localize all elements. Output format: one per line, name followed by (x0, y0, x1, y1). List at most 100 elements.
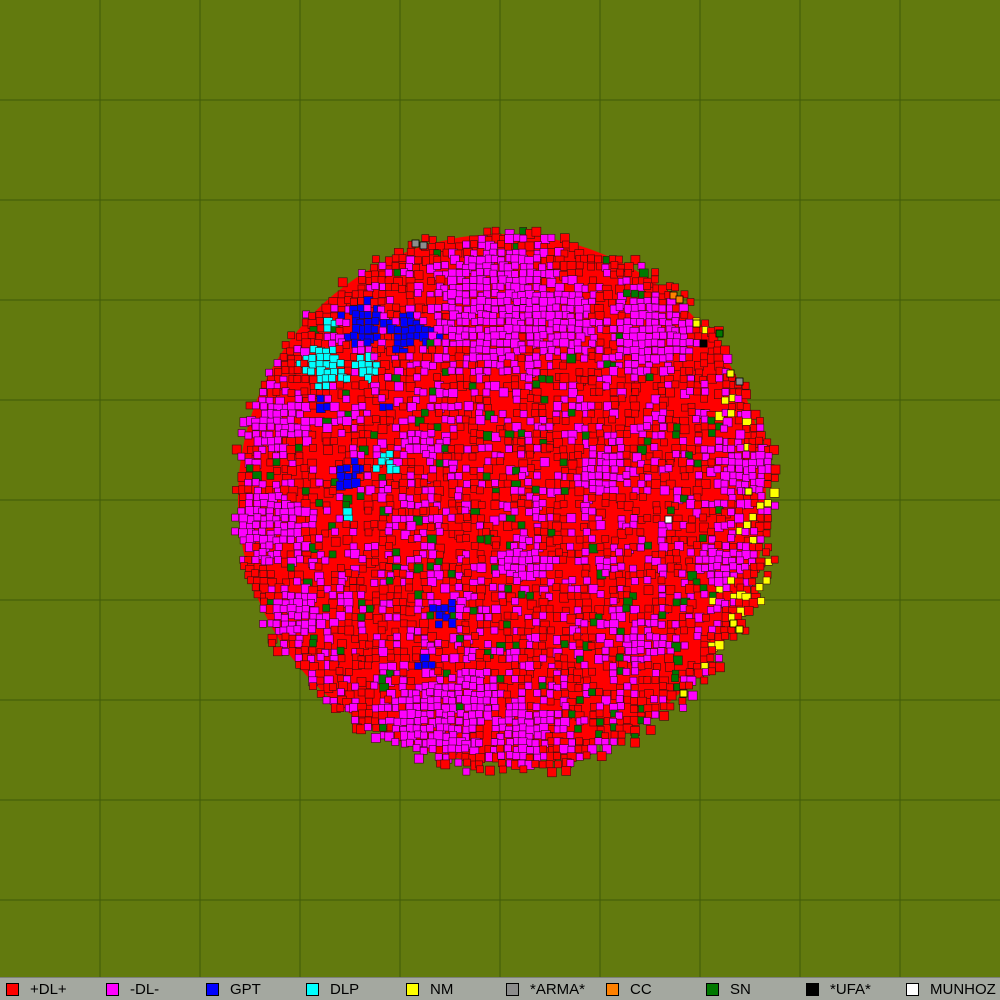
territory-tile[interactable] (461, 681, 470, 689)
territory-tile[interactable] (420, 408, 429, 417)
territory-tile[interactable] (687, 690, 698, 701)
territory-tile[interactable] (650, 394, 661, 405)
territory-tile[interactable] (587, 262, 596, 271)
territory-tile[interactable] (720, 499, 729, 508)
territory-tile[interactable] (531, 226, 542, 237)
territory-tile[interactable] (258, 548, 267, 557)
territory-tile[interactable] (545, 422, 554, 431)
territory-tile[interactable] (420, 731, 428, 740)
territory-tile[interactable] (335, 345, 344, 353)
territory-tile[interactable] (665, 387, 675, 398)
territory-tile[interactable] (602, 382, 610, 391)
territory-tile[interactable] (748, 513, 757, 521)
territory-tile[interactable] (392, 359, 400, 368)
territory-tile[interactable] (392, 598, 401, 606)
territory-tile[interactable] (609, 669, 617, 678)
territory-tile[interactable] (468, 417, 477, 426)
territory-tile[interactable] (363, 464, 372, 472)
territory-tile[interactable] (713, 562, 722, 570)
territory-tile[interactable] (596, 360, 605, 369)
territory-tile[interactable] (422, 450, 430, 458)
territory-tile[interactable] (534, 716, 542, 725)
territory-tile[interactable] (708, 429, 716, 437)
territory-tile[interactable] (504, 437, 513, 445)
territory-tile[interactable] (608, 353, 617, 362)
territory-tile[interactable] (559, 592, 569, 603)
territory-tile[interactable] (426, 688, 435, 696)
territory-tile[interactable] (398, 352, 407, 361)
territory-tile[interactable] (720, 486, 729, 495)
territory-tile[interactable] (566, 353, 577, 364)
territory-tile[interactable] (231, 513, 239, 522)
territory-tile[interactable] (596, 751, 607, 762)
territory-tile[interactable] (587, 465, 595, 473)
territory-tile[interactable] (280, 584, 289, 593)
territory-tile[interactable] (679, 424, 690, 435)
territory-tile[interactable] (433, 304, 442, 312)
territory-tile[interactable] (568, 318, 576, 326)
territory-tile[interactable] (469, 606, 478, 615)
territory-tile[interactable] (616, 577, 626, 587)
territory-tile[interactable] (384, 268, 393, 277)
territory-tile[interactable] (757, 492, 766, 500)
territory-tile[interactable] (701, 500, 710, 508)
territory-tile[interactable] (561, 689, 570, 698)
territory-tile[interactable] (517, 450, 525, 459)
territory-tile[interactable] (337, 445, 346, 454)
territory-tile[interactable] (560, 528, 569, 537)
territory-tile[interactable] (482, 346, 491, 354)
territory-tile[interactable] (580, 619, 589, 628)
territory-tile[interactable] (385, 542, 394, 550)
territory-tile[interactable] (727, 576, 735, 585)
territory-tile[interactable] (678, 613, 687, 621)
territory-tile[interactable] (512, 752, 521, 760)
territory-tile[interactable] (729, 478, 737, 487)
territory-tile[interactable] (650, 366, 659, 375)
territory-tile[interactable] (462, 557, 470, 566)
territory-tile[interactable] (484, 333, 492, 342)
territory-tile[interactable] (658, 597, 666, 606)
territory-tile[interactable] (258, 480, 267, 489)
territory-tile[interactable] (685, 522, 696, 533)
territory-tile[interactable] (413, 635, 422, 643)
territory-tile[interactable] (253, 590, 262, 599)
territory-tile[interactable] (524, 374, 533, 383)
territory-tile[interactable] (602, 471, 611, 480)
territory-tile[interactable] (399, 451, 408, 459)
territory-tile[interactable] (427, 542, 436, 551)
territory-tile[interactable] (358, 564, 367, 573)
territory-tile[interactable] (532, 276, 541, 284)
territory-tile[interactable] (448, 598, 456, 607)
territory-tile[interactable] (685, 681, 693, 690)
territory-tile[interactable] (419, 571, 428, 579)
territory-tile[interactable] (315, 499, 324, 507)
territory-tile[interactable] (274, 556, 282, 564)
territory-tile[interactable] (595, 709, 604, 718)
territory-tile[interactable] (552, 535, 563, 545)
territory-tile[interactable] (694, 471, 703, 480)
territory-tile[interactable] (617, 444, 625, 452)
territory-tile[interactable] (483, 620, 491, 629)
territory-tile[interactable] (429, 604, 437, 612)
territory-tile[interactable] (587, 401, 596, 410)
territory-tile[interactable] (356, 576, 365, 585)
territory-tile[interactable] (447, 236, 455, 244)
territory-tile[interactable] (295, 410, 304, 419)
territory-tile[interactable] (356, 415, 365, 424)
territory-tile[interactable] (545, 352, 554, 361)
territory-tile[interactable] (573, 606, 582, 615)
territory-tile[interactable] (706, 654, 715, 662)
territory-tile[interactable] (533, 359, 542, 368)
territory-tile[interactable] (645, 373, 654, 382)
territory-tile[interactable] (729, 632, 738, 641)
territory-tile[interactable] (657, 576, 666, 585)
territory-tile[interactable] (533, 444, 542, 453)
territory-tile[interactable] (623, 479, 632, 488)
territory-tile[interactable] (685, 465, 694, 473)
territory-tile[interactable] (756, 423, 765, 432)
territory-tile[interactable] (580, 354, 589, 363)
territory-tile[interactable] (538, 317, 547, 326)
territory-tile[interactable] (468, 668, 477, 677)
territory-tile[interactable] (664, 515, 673, 524)
territory-tile[interactable] (686, 548, 695, 557)
